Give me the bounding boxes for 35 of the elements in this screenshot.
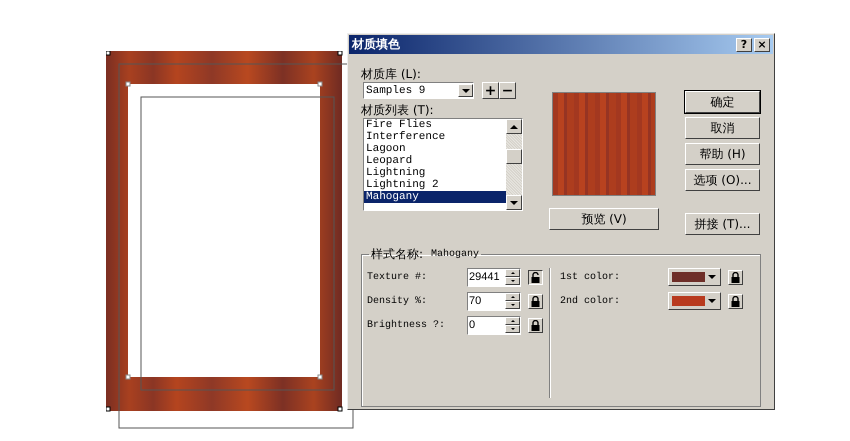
texture-list-label: 材质列表 (T):	[361, 102, 435, 118]
spin-field[interactable]: 70	[467, 292, 521, 310]
window-title: 材质填色	[352, 36, 400, 53]
list-item[interactable]: Fire Flies	[364, 119, 506, 131]
dialog-button[interactable]: 选项 (O)...	[685, 169, 760, 191]
help-button[interactable]: ?	[736, 38, 752, 52]
style-name-label: 样式名称:	[371, 247, 424, 262]
remove-button[interactable]: −	[499, 82, 516, 99]
list-item[interactable]: Lagoon	[364, 143, 506, 155]
list-item[interactable]: Lightning	[364, 167, 506, 179]
close-button[interactable]: ×	[754, 38, 770, 52]
color-label: 2nd color:	[560, 296, 622, 306]
dialog-button[interactable]: 确定	[685, 91, 760, 113]
library-dropdown[interactable]: Samples 9	[363, 82, 474, 99]
color-picker[interactable]	[668, 292, 721, 310]
lock-button[interactable]	[528, 270, 543, 284]
spin-field[interactable]: 29441	[467, 268, 521, 286]
preview-button[interactable]: 预览 (V)	[549, 208, 659, 230]
parameter-label: Brightness ?:	[367, 320, 446, 330]
parameter-label: Density %:	[367, 296, 428, 306]
color-picker[interactable]	[668, 268, 721, 286]
list-item[interactable]: Interference	[364, 131, 506, 143]
scrollbar[interactable]	[506, 119, 522, 210]
dialog-button[interactable]: 取消	[685, 117, 760, 139]
dialog-button[interactable]: 帮助 (H)	[685, 143, 760, 165]
parameter-label: Texture #:	[367, 272, 428, 282]
color-label: 1st color:	[560, 272, 622, 282]
tile-button[interactable]: 拼接 (T)...	[685, 213, 760, 235]
library-label: 材质库 (L):	[361, 66, 422, 82]
list-item[interactable]: Leopard	[364, 155, 506, 167]
style-name: Mahogany	[431, 248, 480, 262]
add-button[interactable]: +	[482, 82, 499, 99]
spin-field[interactable]: 0	[467, 316, 521, 334]
list-item[interactable]: Mahogany	[364, 191, 506, 203]
list-item[interactable]: Lightning 2	[364, 179, 506, 191]
